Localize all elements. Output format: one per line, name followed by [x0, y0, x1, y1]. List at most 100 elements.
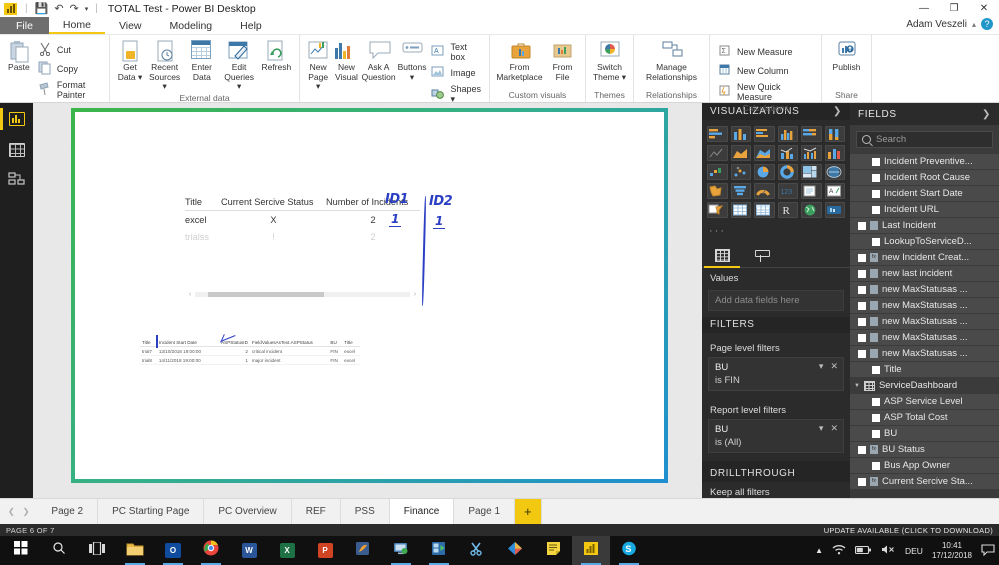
checkbox[interactable] [872, 189, 880, 198]
field-item[interactable]: Title [850, 362, 999, 378]
field-item[interactable]: fx new Incident Creat... [850, 250, 999, 266]
stacked-bar-chart-icon[interactable] [707, 125, 728, 142]
checkbox[interactable] [872, 413, 880, 422]
checkbox[interactable] [872, 205, 880, 214]
battery-icon[interactable] [854, 545, 872, 557]
table-visual-main[interactable]: Title Current Sercive Status Number of I… [185, 197, 420, 298]
new-quick-measure-button[interactable]: New Quick Measure [715, 81, 816, 103]
page-tab-ref[interactable]: REF [291, 499, 341, 524]
column-header-aspstatusid[interactable]: ASPStatusID [212, 339, 250, 347]
ask-a-question-button[interactable]: Ask A Question [362, 39, 396, 83]
format-painter-button[interactable]: Format Painter [35, 79, 104, 101]
column-header-bu[interactable]: BU [328, 339, 343, 347]
page-tab-pc-overview[interactable]: PC Overview [204, 499, 292, 524]
cut-button[interactable]: Cut [35, 41, 104, 59]
redo-icon[interactable]: ↷ [70, 2, 79, 15]
recent-sources-button[interactable]: Recent Sources ▾ [147, 39, 182, 93]
checkbox[interactable] [858, 477, 866, 486]
table-icon[interactable] [730, 201, 751, 218]
update-available-link[interactable]: UPDATE AVAILABLE (CLICK TO DOWNLOAD) [824, 526, 993, 535]
checkbox[interactable] [872, 365, 880, 374]
waterfall-chart-icon[interactable] [707, 163, 728, 180]
checkbox[interactable] [858, 445, 866, 454]
treemap-icon[interactable] [801, 163, 822, 180]
line-chart-icon[interactable] [707, 144, 728, 161]
new-column-button[interactable]: New Column [715, 62, 816, 80]
stacked-area-chart-icon[interactable] [754, 144, 775, 161]
undo-icon[interactable]: ↶ [54, 2, 63, 15]
map-icon[interactable] [824, 163, 845, 180]
clustered-bar-chart-icon[interactable] [754, 125, 775, 142]
close-icon[interactable]: ✕ [830, 423, 838, 434]
language-indicator[interactable]: DEU [905, 546, 923, 556]
edit-queries-button[interactable]: Edit Queries ▾ [221, 39, 256, 93]
line-stacked-column-chart-icon[interactable] [777, 144, 798, 161]
enter-data-button[interactable]: Enter Data [184, 39, 219, 83]
fields-search[interactable] [856, 131, 993, 148]
save-icon[interactable]: 💾 [35, 2, 49, 15]
field-item[interactable]: Bus App Owner [850, 458, 999, 474]
foxit-reader-button[interactable] [344, 536, 382, 565]
checkbox[interactable] [872, 173, 880, 182]
chrome-button[interactable] [192, 536, 230, 565]
sidebar-item-model-view[interactable] [5, 170, 29, 192]
chevron-left-icon[interactable]: ❮ [8, 507, 15, 516]
checkbox[interactable] [858, 317, 866, 326]
remote-desktop-button[interactable] [382, 536, 420, 565]
table-row[interactable]: trial7 13/10/2018 19:00:00 2 critical in… [140, 346, 360, 356]
field-item[interactable]: new MaxStatusas ... [850, 314, 999, 330]
field-item[interactable]: LookupToServiceD... [850, 234, 999, 250]
skype-button[interactable]: S [610, 536, 648, 565]
100-stacked-bar-chart-icon[interactable] [801, 125, 822, 142]
pie-chart-icon[interactable] [754, 163, 775, 180]
close-icon[interactable]: ✕ [830, 361, 838, 372]
area-chart-icon[interactable] [730, 144, 751, 161]
page-tab-page-2[interactable]: Page 2 [37, 499, 99, 524]
wifi-icon[interactable] [832, 544, 846, 557]
close-button[interactable]: ✕ [969, 0, 999, 17]
scrollbar-track[interactable] [195, 291, 410, 297]
word-button[interactable]: W [230, 536, 268, 565]
chevron-right-icon[interactable]: ❯ [833, 106, 842, 117]
table-row[interactable]: trialss ! 2 [185, 228, 420, 245]
chevron-down-icon[interactable]: ▼ [854, 383, 860, 389]
column-header-title[interactable]: Title [140, 339, 157, 347]
switch-theme-button[interactable]: Switch Theme ▾ [591, 39, 628, 83]
checkbox[interactable] [858, 301, 866, 310]
checkbox[interactable] [872, 237, 880, 246]
maximize-button[interactable]: ❐ [939, 0, 969, 17]
r-script-visual-icon[interactable]: R [777, 201, 798, 218]
page-tab-page-1[interactable]: Page 1 [454, 499, 516, 524]
field-item[interactable]: new MaxStatusas ... [850, 282, 999, 298]
checkbox[interactable] [858, 253, 866, 262]
paste-button[interactable]: Paste [5, 39, 33, 74]
chevron-up-icon[interactable]: ▲ [815, 546, 823, 555]
file-explorer-button[interactable] [116, 536, 154, 565]
new-page-button[interactable]: New Page ▾ [305, 39, 331, 93]
tab-home[interactable]: Home [48, 17, 105, 34]
chevron-right-icon[interactable]: ❯ [23, 507, 30, 516]
buttons-button[interactable]: Buttons ▾ [398, 39, 426, 83]
field-table-group-servicedashboard[interactable]: ▼ ServiceDashboard [850, 378, 999, 394]
tab-file[interactable]: File [0, 17, 49, 34]
start-button[interactable] [2, 536, 40, 565]
checkbox[interactable] [858, 285, 866, 294]
table-visual-detail[interactable]: Title Incident Start Date ASPStatusID Fi… [140, 339, 360, 365]
column-header-title-2[interactable]: Title [342, 339, 360, 347]
field-item[interactable]: Incident URL [850, 202, 999, 218]
page-tab-pc-starting-page[interactable]: PC Starting Page [98, 499, 205, 524]
scatter-chart-icon[interactable] [730, 163, 751, 180]
new-visual-button[interactable]: New Visual [333, 39, 359, 83]
media-player-button[interactable] [420, 536, 458, 565]
power-bi-desktop-button[interactable] [572, 536, 610, 565]
text-box-button[interactable]: A Text box [428, 41, 484, 63]
customize-quick-access-icon[interactable]: ▾ [85, 5, 89, 13]
field-item[interactable]: ASP Service Level [850, 394, 999, 410]
field-item[interactable]: new last incident [850, 266, 999, 282]
checkbox[interactable] [858, 349, 866, 358]
tab-modeling[interactable]: Modeling [156, 17, 227, 34]
new-measure-button[interactable]: Σ New Measure [715, 43, 816, 61]
column-header-fieldvaluesastext-aspstatus[interactable]: FieldValuesAsText.ASPStatus [249, 339, 329, 347]
clock[interactable]: 10:41 17/12/2018 [932, 541, 972, 561]
checkbox[interactable] [872, 429, 880, 438]
